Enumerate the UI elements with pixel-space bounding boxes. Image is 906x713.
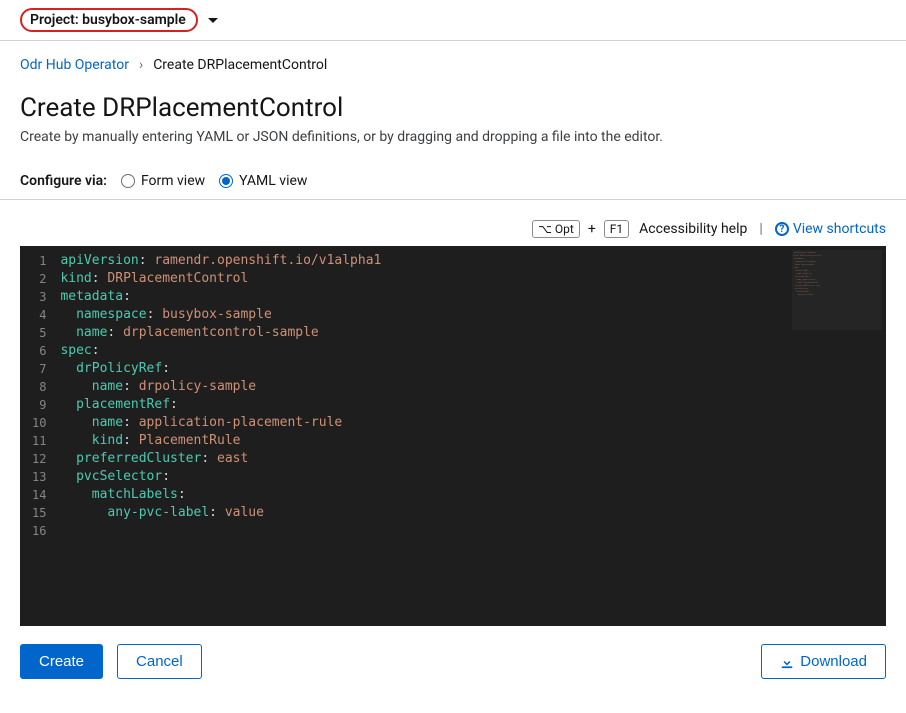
chevron-down-icon[interactable] bbox=[208, 18, 218, 23]
code-line[interactable]: pvcSelector: bbox=[56, 468, 886, 486]
page-title: Create DRPlacementControl bbox=[20, 93, 886, 123]
breadcrumb-current: Create DRPlacementControl bbox=[153, 57, 327, 73]
view-shortcuts-link[interactable]: ? View shortcuts bbox=[775, 221, 886, 237]
code-line[interactable]: name: drplacementcontrol-sample bbox=[56, 324, 886, 342]
code-line[interactable]: placementRef: bbox=[56, 396, 886, 414]
code-line[interactable]: matchLabels: bbox=[56, 486, 886, 504]
editor-toolbar: ⌥ Opt + F1 Accessibility help | ? View s… bbox=[20, 220, 886, 238]
radio-icon bbox=[219, 174, 233, 188]
code-line[interactable] bbox=[56, 522, 886, 540]
breadcrumb-parent[interactable]: Odr Hub Operator bbox=[20, 57, 129, 73]
download-icon bbox=[780, 655, 794, 669]
code-line[interactable]: kind: PlacementRule bbox=[56, 432, 886, 450]
download-label: Download bbox=[800, 653, 867, 670]
minimap[interactable]: apiVersion ramendrkind DRPlacementContro… bbox=[792, 250, 882, 330]
code-line[interactable]: apiVersion: ramendr.openshift.io/v1alpha… bbox=[56, 252, 886, 270]
chevron-right-icon: › bbox=[139, 57, 143, 73]
code-line[interactable]: any-pvc-label: value bbox=[56, 504, 886, 522]
create-button[interactable]: Create bbox=[20, 644, 103, 679]
download-button[interactable]: Download bbox=[761, 644, 886, 679]
question-icon: ? bbox=[775, 222, 789, 236]
radio-label: Form view bbox=[141, 173, 205, 189]
code-line[interactable]: metadata: bbox=[56, 288, 886, 306]
project-prefix: Project: bbox=[30, 12, 79, 28]
configure-label: Configure via: bbox=[20, 173, 107, 189]
accessibility-help: Accessibility help bbox=[639, 221, 747, 237]
line-gutter: 12345678910111213141516 bbox=[20, 246, 56, 626]
code-line[interactable]: name: drpolicy-sample bbox=[56, 378, 886, 396]
code-line[interactable]: kind: DRPlacementControl bbox=[56, 270, 886, 288]
code-line[interactable]: drPolicyRef: bbox=[56, 360, 886, 378]
code-line[interactable]: spec: bbox=[56, 342, 886, 360]
project-name: busybox-sample bbox=[82, 12, 186, 28]
breadcrumb: Odr Hub Operator › Create DRPlacementCon… bbox=[20, 57, 886, 73]
radio-form-view[interactable]: Form view bbox=[121, 173, 205, 189]
separator: | bbox=[759, 221, 762, 237]
code-line[interactable]: namespace: busybox-sample bbox=[56, 306, 886, 324]
radio-label: YAML view bbox=[239, 173, 307, 189]
yaml-editor[interactable]: 12345678910111213141516 apiVersion ramen… bbox=[20, 246, 886, 626]
code-line[interactable]: preferredCluster: east bbox=[56, 450, 886, 468]
project-selector[interactable]: Project: busybox-sample bbox=[20, 8, 198, 32]
radio-icon bbox=[121, 174, 135, 188]
shortcuts-label: View shortcuts bbox=[793, 221, 886, 237]
plus-icon: + bbox=[588, 221, 596, 237]
configure-row: Configure via: Form view YAML view bbox=[0, 163, 906, 200]
kbd-opt: ⌥ Opt bbox=[532, 220, 580, 238]
radio-yaml-view[interactable]: YAML view bbox=[219, 173, 307, 189]
kbd-f1: F1 bbox=[604, 220, 629, 238]
cancel-button[interactable]: Cancel bbox=[117, 644, 202, 679]
code-area[interactable]: apiVersion ramendrkind DRPlacementContro… bbox=[56, 246, 886, 626]
code-line[interactable]: name: application-placement-rule bbox=[56, 414, 886, 432]
page-subtitle: Create by manually entering YAML or JSON… bbox=[20, 129, 886, 145]
